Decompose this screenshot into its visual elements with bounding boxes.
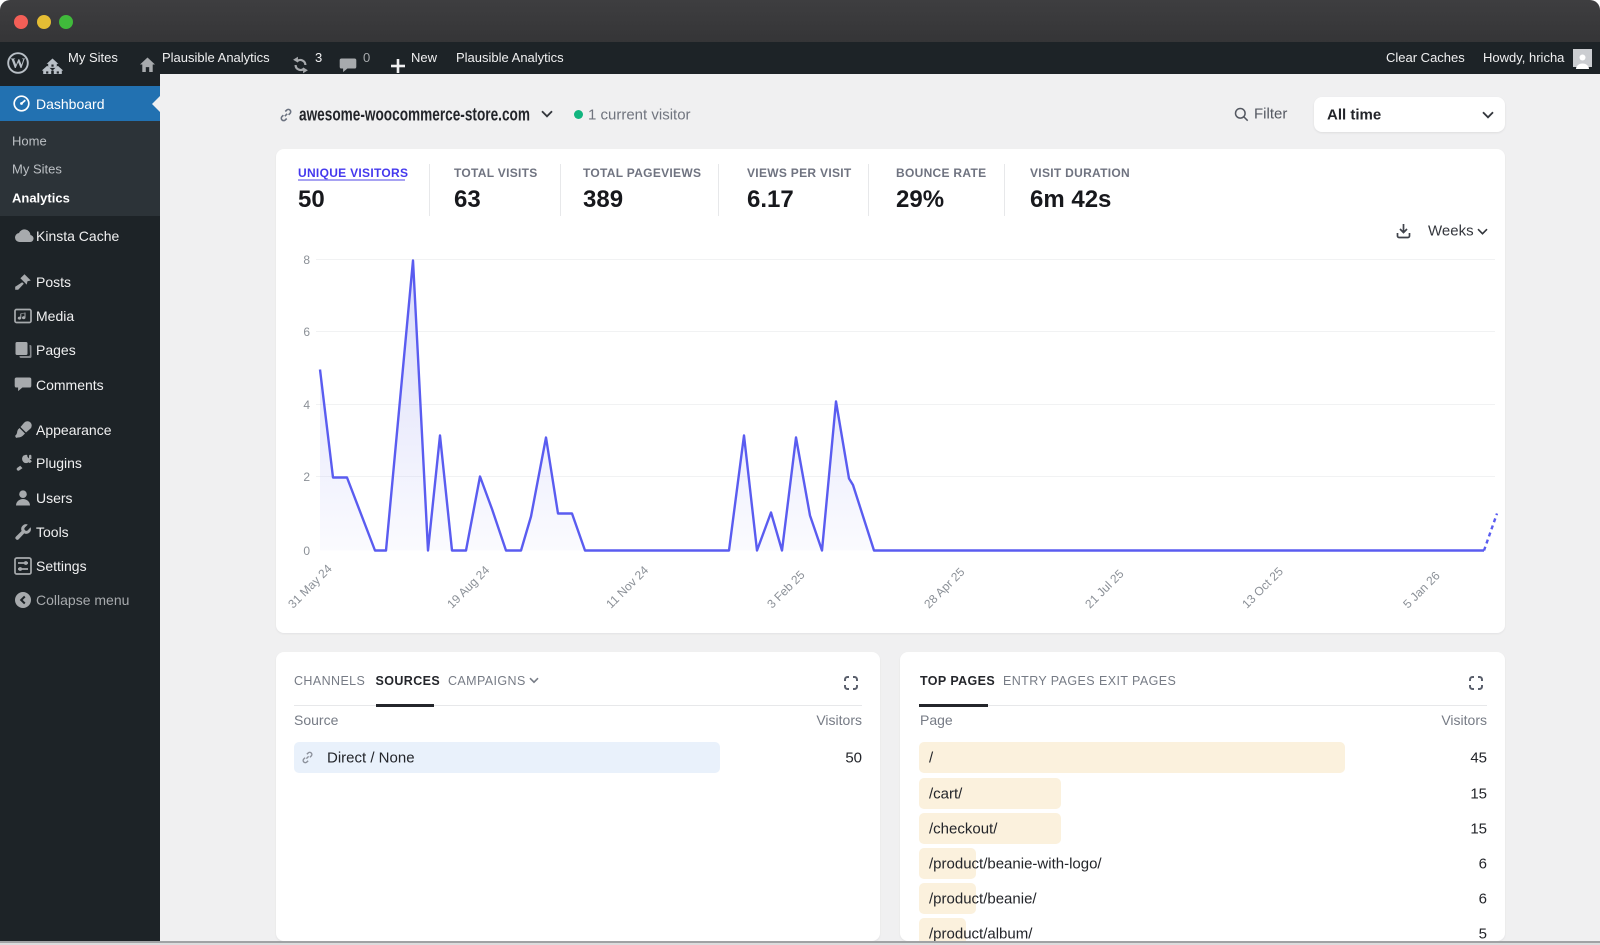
- svg-text:4: 4: [303, 398, 310, 412]
- svg-text:W: W: [11, 56, 26, 72]
- svg-text:31 May 24: 31 May 24: [285, 561, 335, 611]
- svg-text:19 Aug 24: 19 Aug 24: [444, 562, 492, 610]
- svg-text:28 Apr 25: 28 Apr 25: [921, 564, 967, 610]
- svg-text:6: 6: [303, 325, 310, 339]
- svg-text:0: 0: [303, 544, 310, 558]
- svg-text:21 Jul 25: 21 Jul 25: [1082, 566, 1127, 611]
- svg-text:8: 8: [303, 253, 310, 267]
- svg-text:3 Feb 25: 3 Feb 25: [764, 567, 808, 611]
- svg-text:5 Jan 26: 5 Jan 26: [1400, 568, 1443, 611]
- svg-text:13 Oct 25: 13 Oct 25: [1239, 564, 1286, 611]
- svg-text:2: 2: [303, 470, 310, 484]
- svg-text:11 Nov 24: 11 Nov 24: [603, 562, 651, 610]
